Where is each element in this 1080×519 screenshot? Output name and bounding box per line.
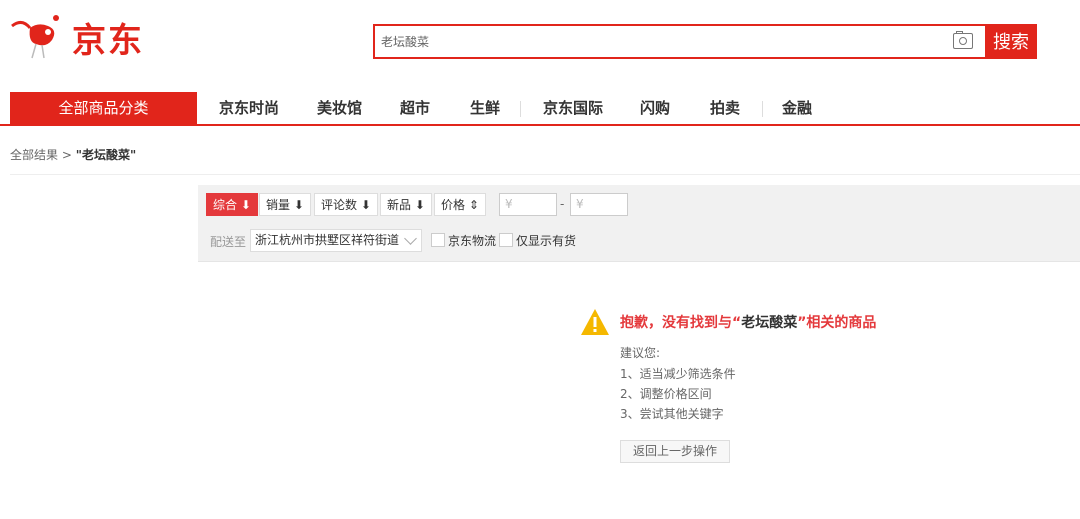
chevron-down-icon — [404, 232, 417, 245]
price-range-dash: - — [560, 197, 565, 211]
price-min-input[interactable]: ¥ — [499, 193, 557, 216]
sort-price[interactable]: 价格 ⇕ — [434, 193, 486, 216]
search-bar: 搜索 — [373, 24, 1037, 59]
nav-divider — [762, 101, 763, 117]
search-button[interactable]: 搜索 — [985, 24, 1037, 59]
nav-item-fashion[interactable]: 京东时尚 — [219, 92, 279, 125]
search-input[interactable] — [375, 26, 987, 57]
no-result-title-suffix: ”相关的商品 — [797, 315, 877, 331]
suggest-title: 建议您: — [620, 346, 661, 360]
camera-icon[interactable] — [953, 31, 973, 49]
suggestion-item: 3、尝试其他关键字 — [620, 407, 724, 421]
nav-item-beauty[interactable]: 美妆馆 — [317, 92, 362, 125]
nav-item-supermarket[interactable]: 超市 — [400, 92, 430, 125]
logo-text: 京东 — [72, 21, 144, 61]
nav-underline — [0, 124, 1080, 126]
nav-item-finance[interactable]: 金融 — [782, 92, 812, 125]
suggestion-item: 1、适当减少筛选条件 — [620, 367, 736, 381]
nav-divider — [520, 101, 521, 117]
jd-logistics-label[interactable]: 京东物流 — [448, 232, 496, 249]
divider — [10, 174, 1080, 175]
in-stock-label[interactable]: 仅显示有货 — [516, 232, 576, 249]
breadcrumb-separator: > — [61, 148, 72, 162]
sort-reviews[interactable]: 评论数 ⬇ — [314, 193, 378, 216]
breadcrumb-keyword: "老坛酸菜" — [75, 148, 137, 162]
deliver-location-value: 浙江杭州市拱墅区祥符街道 — [255, 233, 400, 247]
jd-dog-logo-icon — [11, 15, 59, 59]
nav-item-auction[interactable]: 拍卖 — [710, 92, 740, 125]
jd-logistics-checkbox[interactable] — [431, 233, 445, 247]
sort-comprehensive[interactable]: 综合 ⬇ — [206, 193, 258, 216]
nav-item-international[interactable]: 京东国际 — [543, 92, 603, 125]
breadcrumb-root[interactable]: 全部结果 — [10, 148, 58, 162]
no-result-title: 抱歉，没有找到与“老坛酸菜”相关的商品 — [620, 312, 876, 332]
filter-panel: 综合 ⬇ 销量 ⬇ 评论数 ⬇ 新品 ⬇ 价格 ⇕ ¥ - ¥ 配送至 浙江杭州… — [198, 185, 1080, 262]
sort-sales[interactable]: 销量 ⬇ — [259, 193, 311, 216]
no-result-title-prefix: 抱歉，没有找到与“ — [620, 315, 742, 331]
jd-logo[interactable]: 京东 — [8, 12, 148, 64]
breadcrumb: 全部结果 > "老坛酸菜" — [10, 146, 136, 163]
nav-item-flash-sale[interactable]: 闪购 — [640, 92, 670, 125]
all-categories-menu[interactable]: 全部商品分类 — [10, 92, 197, 125]
price-max-input[interactable]: ¥ — [570, 193, 628, 216]
nav-item-fresh[interactable]: 生鲜 — [470, 92, 500, 125]
deliver-location-select[interactable]: 浙江杭州市拱墅区祥符街道 — [250, 229, 422, 252]
suggestion-item: 2、调整价格区间 — [620, 387, 712, 401]
back-button[interactable]: 返回上一步操作 — [620, 440, 730, 463]
warning-icon — [581, 309, 609, 335]
no-result-keyword: 老坛酸菜 — [741, 315, 798, 331]
in-stock-checkbox[interactable] — [499, 233, 513, 247]
sort-new[interactable]: 新品 ⬇ — [380, 193, 432, 216]
deliver-label: 配送至 — [210, 235, 247, 249]
